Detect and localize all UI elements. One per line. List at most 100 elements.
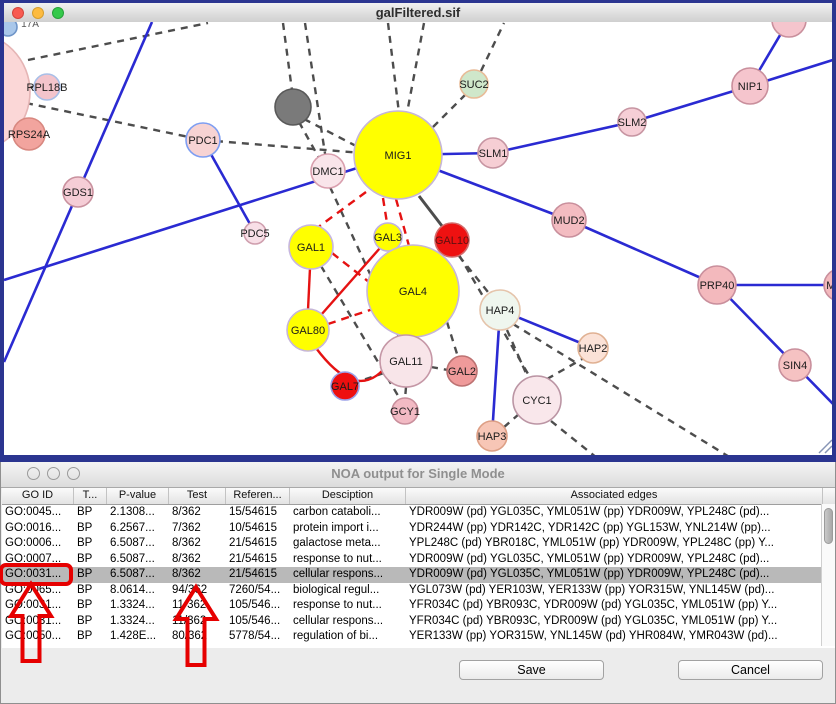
table-cell: BP <box>74 583 107 599</box>
table-cell: 8/362 <box>169 505 226 521</box>
save-button[interactable]: Save <box>459 660 604 680</box>
graph-node-label: HAP3 <box>478 431 507 443</box>
graph-edge[interactable] <box>551 421 597 455</box>
table-row[interactable]: GO:0050...BP1.428E...80/3625778/54...reg… <box>2 629 835 645</box>
graph-node-label: GCY1 <box>390 406 420 418</box>
scrollbar-thumb[interactable] <box>824 508 833 544</box>
graph-edge[interactable] <box>28 23 208 60</box>
network-canvas[interactable]: RPL18BRPS24AGDS1PDC1MIG1SUC2SLM1DMC1SLM2… <box>4 22 832 455</box>
table-cell: 8/362 <box>169 567 226 583</box>
table-cell: 105/546... <box>226 614 290 630</box>
table-cell: 6.5087... <box>107 536 169 552</box>
graph-node-unlabeled[interactable] <box>275 89 311 125</box>
graph-edge[interactable] <box>547 358 584 379</box>
graph-node-unlabeled[interactable] <box>772 22 806 37</box>
table-cell: GO:0016... <box>2 521 74 537</box>
table-cell: BP <box>74 552 107 568</box>
graph-node-label: GAL10 <box>435 235 469 247</box>
graph-node-label: SUC2 <box>459 79 488 91</box>
graph-edge[interactable] <box>304 119 358 147</box>
table-cell: 7260/54... <box>226 583 290 599</box>
column-header-go-id[interactable]: GO ID <box>2 488 74 504</box>
table-row[interactable]: GO:0065...BP8.0614...94/3627260/54...bio… <box>2 583 835 599</box>
graph-node-label: GAL4 <box>399 286 427 298</box>
graph-edge[interactable] <box>283 23 293 98</box>
table-row[interactable]: GO:0031...BP1.3324...11/362105/546...cel… <box>2 614 835 630</box>
noa-window-titlebar[interactable]: NOA output for Single Mode <box>1 462 835 488</box>
graph-node-label: HAP4 <box>486 305 515 317</box>
table-cell: cellular respons... <box>290 567 406 583</box>
graph-edge[interactable] <box>503 414 519 428</box>
table-cell: protein import i... <box>290 521 406 537</box>
graph-edge[interactable] <box>459 256 492 297</box>
graph-stray-label: 17A <box>21 22 39 30</box>
table-cell: YFR034C (pd) YBR093C, YDR009W (pd) YGL03… <box>406 598 823 614</box>
graph-node-label: GAL1 <box>297 242 325 254</box>
graph-edge[interactable] <box>388 23 399 113</box>
column-header-test[interactable]: Test <box>169 488 226 504</box>
table-cell: 6.5087... <box>107 552 169 568</box>
table-cell: YDR244W (pp) YDR142C, YDR142C (pp) YGL15… <box>406 521 823 537</box>
table-cell: 21/54615 <box>226 536 290 552</box>
table-cell: 6.5087... <box>107 567 169 583</box>
graph-edge[interactable] <box>383 198 387 223</box>
table-row[interactable]: GO:0045...BP2.1308...8/36215/54615carbon… <box>2 505 835 521</box>
table-row[interactable]: GO:0031...BP1.3324...11/362105/546...res… <box>2 598 835 614</box>
table-cell: 1.3324... <box>107 598 169 614</box>
graph-edge[interactable] <box>433 95 465 127</box>
column-header-t-[interactable]: T... <box>74 488 107 504</box>
graph-edge[interactable] <box>308 268 310 310</box>
results-table: GO IDT...P-valueTestReferen...Desciption… <box>2 488 835 648</box>
graph-node-unlabeled[interactable] <box>4 22 17 36</box>
table-cell: 8.0614... <box>107 583 169 599</box>
noa-window-title: NOA output for Single Mode <box>1 466 835 481</box>
graph-edge[interactable] <box>481 23 504 71</box>
graph-node-label: MUD2 <box>553 215 584 227</box>
graph-node-label: GAL11 <box>389 356 422 368</box>
graph-edge[interactable] <box>447 322 458 357</box>
table-cell: 1.428E... <box>107 629 169 645</box>
table-cell: YDR009W (pd) YGL035C, YML051W (pp) YDR00… <box>406 567 823 583</box>
table-cell: 8/362 <box>169 552 226 568</box>
cancel-button[interactable]: Cancel <box>678 660 823 680</box>
table-row[interactable]: GO:0016...BP6.2567...7/36210/54615protei… <box>2 521 835 537</box>
table-cell: BP <box>74 629 107 645</box>
graph-node-label: SLM2 <box>618 117 647 129</box>
graph-edge[interactable] <box>407 23 424 113</box>
table-cell: BP <box>74 505 107 521</box>
graph-edge[interactable] <box>493 122 632 153</box>
table-cell: YGL073W (pd) YER103W, YER133W (pp) YOR31… <box>406 583 823 599</box>
table-cell: 105/546... <box>226 598 290 614</box>
table-cell: 21/54615 <box>226 552 290 568</box>
column-header-desciption[interactable]: Desciption <box>290 488 406 504</box>
table-row[interactable]: GO:0006...BP6.5087...8/36221/54615galact… <box>2 536 835 552</box>
graph-node-label: GDS1 <box>63 187 93 199</box>
graph-edge[interactable] <box>299 122 319 158</box>
graph-node-label: MIG1 <box>385 150 412 162</box>
network-window-titlebar[interactable]: galFiltered.sif <box>4 3 832 23</box>
graph-node-label: PDC5 <box>240 228 269 240</box>
graph-edge[interactable] <box>431 367 448 370</box>
column-header-referen-[interactable]: Referen... <box>226 488 290 504</box>
graph-node-label: GAL3 <box>374 232 402 244</box>
table-cell: GO:0006... <box>2 536 74 552</box>
column-header-associated-edges[interactable]: Associated edges <box>406 488 823 504</box>
table-cell: 21/54615 <box>226 567 290 583</box>
table-cell: regulation of bi... <box>290 629 406 645</box>
graph-edge[interactable] <box>405 387 406 399</box>
column-header-p-value[interactable]: P-value <box>107 488 169 504</box>
vertical-scrollbar[interactable] <box>821 504 835 646</box>
table-cell: BP <box>74 536 107 552</box>
graph-edge[interactable] <box>203 140 362 153</box>
table-row[interactable]: GO:0031...BP6.5087...8/36221/54615cellul… <box>2 567 835 583</box>
table-cell: YDR009W (pd) YGL035C, YML051W (pp) YDR00… <box>406 552 823 568</box>
graph-edge[interactable] <box>507 330 529 380</box>
graph-edge[interactable] <box>317 192 366 228</box>
graph-node-label: RPS24A <box>8 129 51 141</box>
table-body: GO:0045...BP2.1308...8/36215/54615carbon… <box>2 505 835 645</box>
graph-edge[interactable] <box>569 220 717 285</box>
table-row[interactable]: GO:0007...BP6.5087...8/36221/54615respon… <box>2 552 835 568</box>
table-cell: 94/362 <box>169 583 226 599</box>
table-cell: GO:0031... <box>2 598 74 614</box>
resize-grip-icon[interactable] <box>819 440 832 453</box>
